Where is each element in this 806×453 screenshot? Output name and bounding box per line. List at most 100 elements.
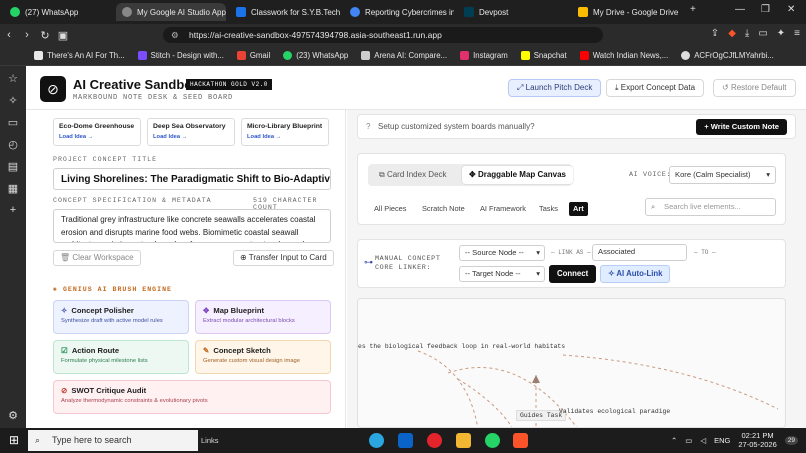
bookmark-icon — [34, 51, 43, 60]
volume-icon[interactable]: ◁ — [700, 436, 706, 445]
plus-circle-icon: ⊕ — [240, 253, 249, 262]
swot-critique-button[interactable]: ⊘ SWOT Critique Audit Analyze thermodynam… — [53, 380, 331, 414]
minimize-icon[interactable]: — — [735, 4, 745, 15]
filter-ai-framework[interactable]: AI Framework — [476, 202, 530, 216]
bookmark-indian-news[interactable]: Watch Indian News,... — [579, 51, 668, 60]
edge-icon[interactable] — [369, 433, 384, 448]
checkbox-icon: ☑ — [61, 346, 68, 355]
load-idea-link[interactable]: Load Idea → — [59, 134, 135, 140]
tab-classwork[interactable]: Classwork for S.Y.B.Tech (E — [230, 3, 340, 21]
reading-list-icon[interactable]: ▤ — [8, 160, 18, 173]
links-toolbar[interactable]: Links — [201, 436, 219, 445]
share-icon[interactable]: ⇪ — [711, 28, 719, 39]
bookmark-snapchat[interactable]: Snapchat — [520, 51, 567, 60]
chevron-up-icon[interactable]: ⌃ — [671, 436, 677, 445]
maximize-icon[interactable]: ❐ — [761, 4, 770, 15]
tab-ai-studio[interactable]: My Google AI Studio App — [116, 3, 226, 21]
forward-icon[interactable]: › — [18, 29, 36, 41]
load-idea-link[interactable]: Load Idea → — [153, 134, 229, 140]
whatsapp-icon[interactable] — [485, 433, 500, 448]
bookmark-arena[interactable]: Arena AI: Compare... — [361, 51, 447, 60]
concept-spec-textarea[interactable]: Traditional grey infrastructure like con… — [53, 209, 331, 243]
gmail-icon — [236, 51, 246, 60]
bookmark-stitch[interactable]: Stitch - Design with... — [137, 51, 224, 60]
bookmarks-panel-icon[interactable]: ☆ — [8, 72, 18, 85]
link-type-input[interactable]: Associated — [592, 244, 687, 261]
bookmark-acfr[interactable]: ACFrOgCJfLMYahrbi... — [681, 51, 774, 60]
export-concept-button[interactable]: ⤓ Export Concept Data — [606, 79, 705, 97]
bookmark-instagram[interactable]: Instagram — [460, 51, 508, 60]
sparkle-icon: ✺ — [53, 286, 63, 293]
windows-start-icon[interactable]: ⊞ — [9, 433, 19, 447]
map-blueprint-button[interactable]: ✥ Map Blueprint Extract modular architect… — [195, 300, 331, 334]
language-indicator[interactable]: ENG — [714, 436, 730, 445]
site-info-icon[interactable]: ⚙ — [171, 27, 179, 43]
notification-count[interactable]: 29 — [784, 435, 798, 445]
filter-art[interactable]: Art — [569, 202, 588, 216]
new-tab-icon[interactable]: + — [690, 4, 696, 15]
tab-list-icon[interactable]: ▦ — [8, 182, 18, 195]
bookmark-ai-for-that[interactable]: There's An AI For Th... — [34, 51, 125, 60]
network-icon[interactable]: ▭ — [685, 436, 692, 445]
tab-cybercrime[interactable]: Reporting Cybercrimes in — [344, 3, 454, 21]
concept-polisher-button[interactable]: ✧ Concept Polisher Synthesize draft with … — [53, 300, 189, 334]
history-icon[interactable]: ◴ — [8, 138, 18, 151]
youtube-music-icon[interactable] — [427, 433, 442, 448]
wallet-icon[interactable]: ▭ — [758, 28, 767, 39]
seed-card-eco-dome[interactable]: Eco-Dome Greenhouse Load Idea → — [53, 118, 141, 146]
taskbar-search-input[interactable]: ⌕ Type here to search — [28, 430, 198, 451]
restore-default-button[interactable]: ↺ Restore Default — [713, 79, 796, 97]
action-route-button[interactable]: ☑ Action Route Formulate physical milesto… — [53, 340, 189, 374]
ai-voice-label: AI VOICE: — [629, 171, 672, 179]
brave-shield-icon[interactable]: ◆ — [728, 28, 736, 39]
launch-pitch-deck-button[interactable]: ⤢ Launch Pitch Deck — [508, 79, 602, 97]
target-node-select[interactable]: -- Target Node -- ▾ — [459, 266, 545, 282]
media-icon[interactable]: ▭ — [8, 116, 18, 129]
leo-ai-icon[interactable]: ✧ — [8, 94, 17, 107]
close-window-icon[interactable]: ✕ — [787, 4, 795, 15]
search-elements-input[interactable]: ⌕ Search live elements... — [645, 198, 776, 216]
seed-card-micro-library[interactable]: Micro-Library Blueprint Load Idea → — [241, 118, 329, 146]
bookmark-whatsapp[interactable]: (23) WhatsApp — [283, 51, 348, 60]
menu-icon[interactable]: ≡ — [794, 28, 800, 39]
brave-icon[interactable] — [513, 433, 528, 448]
clock[interactable]: 02:21 PM 27-05-2026 — [738, 431, 776, 449]
download-icon[interactable]: ⤓ — [745, 28, 749, 39]
instagram-icon — [460, 51, 470, 60]
filter-all-pieces[interactable]: All Pieces — [370, 202, 410, 216]
seed-card-deep-sea[interactable]: Deep Sea Observatory Load Idea → — [147, 118, 235, 146]
tab-google-drive[interactable]: My Drive - Google Drive — [572, 3, 684, 21]
extensions-icon[interactable]: ✦ — [777, 28, 785, 39]
concept-sketch-button[interactable]: ✎ Concept Sketch Generate custom visual d… — [195, 340, 331, 374]
ai-voice-select[interactable]: Kore (Calm Specialist) ▾ — [669, 166, 776, 184]
url-field[interactable]: ⚙ https://ai-creative-sandbox-4975743947… — [163, 27, 603, 43]
reload-icon[interactable]: ↻ — [36, 29, 54, 42]
tab-card-index-deck[interactable]: ⧉ Card Index Deck — [372, 166, 454, 184]
write-custom-note-button[interactable]: + Write Custom Note — [696, 119, 787, 135]
clear-workspace-button[interactable]: 🗑 Clear Workspace — [53, 250, 141, 266]
tab-devpost[interactable]: Devpost — [458, 3, 564, 21]
tab-draggable-map-canvas[interactable]: ✥ Draggable Map Canvas — [462, 166, 573, 184]
classroom-icon — [236, 7, 246, 17]
filter-tasks[interactable]: Tasks — [535, 202, 562, 216]
map-canvas[interactable]: es the biological feedback loop in real-… — [357, 298, 786, 428]
tab-whatsapp[interactable]: (27) WhatsApp — [4, 3, 110, 21]
connect-button[interactable]: Connect — [549, 265, 597, 283]
add-panel-icon[interactable]: + — [10, 204, 16, 216]
link-icon: ⊶ — [364, 257, 373, 267]
bookmark-gmail[interactable]: Gmail — [236, 51, 270, 60]
filter-scratch-note[interactable]: Scratch Note — [418, 202, 469, 216]
outlook-icon[interactable] — [398, 433, 413, 448]
left-panel: Eco-Dome Greenhouse Load Idea → Deep Sea… — [26, 110, 346, 428]
palette-icon: ✎ — [203, 346, 210, 355]
transfer-input-button[interactable]: ⊕ Transfer Input to Card — [233, 250, 334, 266]
back-icon[interactable]: ‹ — [0, 29, 18, 41]
source-node-select[interactable]: -- Source Node -- ▾ — [459, 245, 545, 261]
app-subtitle: MARKBOUND NOTE DESK & SEED BOARD — [73, 94, 234, 102]
file-explorer-icon[interactable] — [456, 433, 471, 448]
sidebar-toggle-icon[interactable]: ▣ — [54, 29, 72, 42]
ai-auto-link-button[interactable]: ✧ AI Auto-Link — [600, 265, 671, 283]
load-idea-link[interactable]: Load Idea → — [247, 134, 323, 140]
settings-gear-icon[interactable]: ⚙ — [8, 409, 18, 422]
concept-title-input[interactable]: Living Shorelines: The Paradigmatic Shif… — [53, 168, 331, 190]
